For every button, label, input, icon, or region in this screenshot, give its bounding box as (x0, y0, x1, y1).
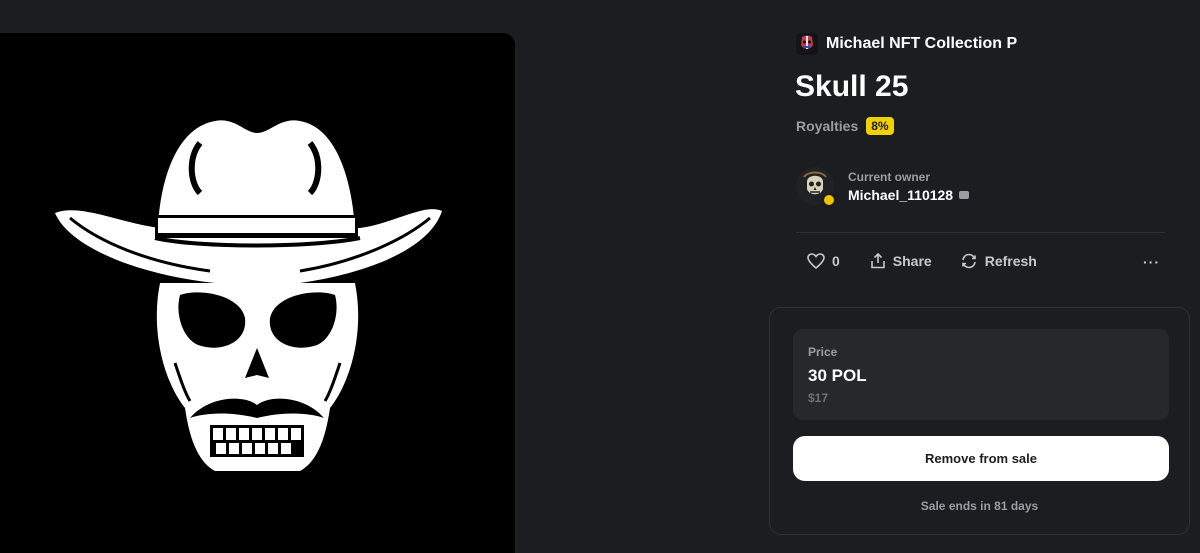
royalties-label: Royalties (796, 118, 859, 134)
refresh-label: Refresh (984, 253, 1037, 269)
price-fiat: $17 (808, 391, 829, 405)
page-title: Skull 25 (795, 70, 909, 103)
royalties-info: Royalties 8% (796, 117, 894, 135)
divider (796, 232, 1165, 233)
owner-label: Current owner (848, 169, 931, 184)
share-button[interactable]: Share (870, 253, 932, 269)
share-icon (870, 253, 885, 269)
like-count: 0 (832, 253, 840, 269)
share-label: Share (892, 253, 932, 269)
price-label: Price (808, 345, 838, 359)
sale-card: Price 30 POL $17 Remove from sale Sale e… (769, 307, 1190, 535)
refresh-button[interactable]: Refresh (960, 253, 1037, 269)
refresh-icon (961, 253, 976, 269)
like-button[interactable]: 0 (807, 253, 840, 269)
heart-icon (807, 253, 825, 269)
owner-info: Current owner Michael_110128 (796, 167, 970, 207)
action-bar: 0 Share Refresh (807, 253, 1037, 269)
more-options-button[interactable]: ··· (1143, 254, 1160, 270)
artwork-image[interactable] (0, 33, 515, 553)
royalties-badge: 8% (866, 117, 894, 135)
chat-icon[interactable] (959, 190, 970, 199)
verified-badge-icon (822, 193, 836, 207)
avatar[interactable] (796, 167, 836, 207)
price-box: Price 30 POL $17 (793, 329, 1169, 420)
collection-link[interactable]: Michael NFT Collection P (796, 33, 1017, 55)
cowboy-skull-artwork (55, 120, 442, 471)
sale-ends-text: Sale ends in 81 days (920, 499, 1039, 513)
price-value: 30 POL (808, 366, 867, 385)
owner-name-link[interactable]: Michael_110128 (848, 187, 953, 203)
collection-name: Michael NFT Collection P (826, 35, 1018, 52)
skull-helmet-icon (796, 33, 818, 55)
remove-from-sale-button[interactable]: Remove from sale (793, 436, 1169, 481)
